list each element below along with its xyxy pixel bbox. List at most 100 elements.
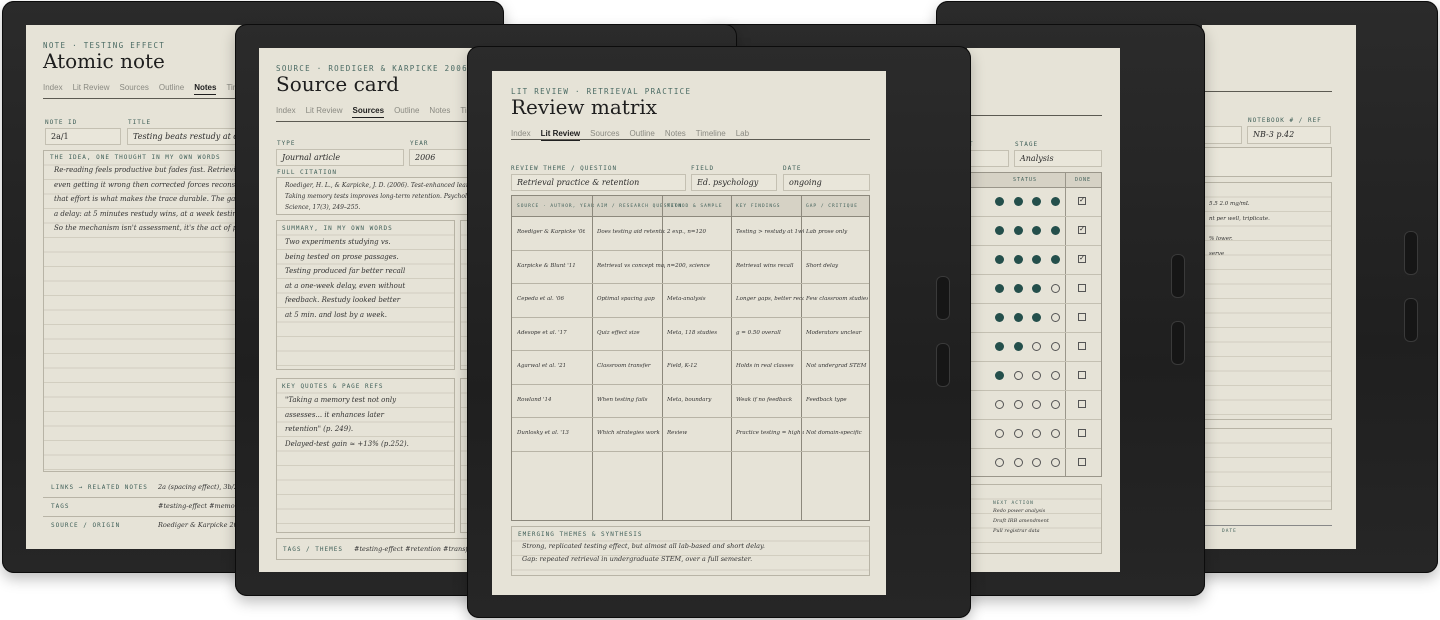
status-dot[interactable] — [1013, 400, 1023, 409]
links-value[interactable]: 2a (spacing effect), 3b/2 ( — [158, 480, 243, 495]
matrix-cell[interactable]: Weak if no feedback — [736, 397, 804, 403]
page-button-up[interactable] — [936, 276, 950, 320]
status-dot[interactable] — [1032, 313, 1041, 322]
note-id-input[interactable]: 2a/1 — [45, 128, 121, 145]
matrix-cell[interactable]: Moderators unclear — [806, 330, 868, 336]
tab-outline[interactable]: Outline — [159, 83, 184, 95]
matrix-cell[interactable]: When testing fails — [597, 397, 665, 403]
status-dot[interactable] — [1013, 313, 1023, 322]
status-dot[interactable] — [995, 284, 1004, 293]
tab-notes[interactable]: Notes — [429, 106, 450, 118]
matrix-cell[interactable]: Cepeda et al. '06 — [517, 296, 585, 302]
matrix-cell[interactable]: n=200, science — [667, 263, 735, 269]
status-dot[interactable] — [1032, 429, 1041, 438]
page-button-down[interactable] — [936, 343, 950, 387]
matrix-cell[interactable]: Classroom transfer — [597, 363, 665, 369]
matrix-cell[interactable]: Not domain-specific — [806, 430, 868, 436]
matrix-cell[interactable]: Rowland '14 — [517, 397, 585, 403]
done-checkbox[interactable] — [1078, 342, 1086, 350]
status-dot[interactable] — [995, 197, 1004, 206]
done-checkbox[interactable] — [1078, 284, 1086, 292]
tab-outline[interactable]: Outline — [394, 106, 419, 118]
status-dot[interactable] — [1032, 371, 1041, 380]
page-button-up[interactable] — [1171, 254, 1185, 298]
matrix-cell[interactable]: Review — [667, 430, 735, 436]
status-dot[interactable] — [1050, 458, 1060, 467]
status-dot[interactable] — [995, 342, 1004, 351]
status-dot[interactable] — [995, 429, 1004, 438]
notebook-lower-box[interactable] — [1202, 428, 1332, 510]
status-dot[interactable] — [1032, 197, 1041, 206]
done-checkbox[interactable] — [1078, 458, 1086, 466]
status-dot[interactable] — [1032, 226, 1041, 235]
matrix-cell[interactable]: Meta, 118 studies — [667, 330, 735, 336]
done-checkbox[interactable]: ✓ — [1078, 197, 1086, 205]
notebook-ref-input[interactable]: NB-3 p.42 — [1247, 126, 1331, 144]
summary-box[interactable]: SUMMARY, IN MY OWN WORDS Two experiments… — [276, 220, 455, 370]
tab-index[interactable]: Index — [43, 83, 63, 95]
matrix-cell[interactable]: Dunlosky et al. '13 — [517, 430, 585, 436]
matrix-cell[interactable]: Meta-analysis — [667, 296, 735, 302]
status-dot[interactable] — [995, 371, 1004, 380]
status-dot[interactable] — [1050, 342, 1060, 351]
done-checkbox[interactable] — [1078, 313, 1086, 321]
status-dot[interactable] — [1050, 255, 1060, 264]
status-dot[interactable] — [1050, 429, 1060, 438]
matrix-cell[interactable]: Meta, boundary — [667, 397, 735, 403]
done-checkbox[interactable]: ✓ — [1078, 255, 1086, 263]
done-checkbox[interactable]: ✓ — [1078, 226, 1086, 234]
matrix-cell[interactable]: Does testing aid retention? — [597, 229, 665, 235]
status-dot[interactable] — [1050, 400, 1060, 409]
status-dot[interactable] — [1013, 342, 1023, 351]
done-checkbox[interactable] — [1078, 429, 1086, 437]
tab-notes[interactable]: Notes — [194, 83, 217, 95]
done-checkbox[interactable] — [1078, 371, 1086, 379]
type-input[interactable]: Journal article — [276, 149, 404, 166]
matrix-cell[interactable]: Testing > restudy at 1wk — [736, 229, 804, 235]
page-button-up[interactable] — [1404, 231, 1418, 275]
status-dot[interactable] — [995, 313, 1004, 322]
status-dot[interactable] — [1032, 284, 1041, 293]
matrix-cell[interactable]: Lab prose only — [806, 229, 868, 235]
status-dot[interactable] — [1050, 313, 1060, 322]
tracker-left-input[interactable] — [967, 150, 1009, 167]
synthesis-box[interactable]: EMERGING THEMES & SYNTHESIS Strong, repl… — [511, 526, 870, 576]
status-dot[interactable] — [995, 400, 1004, 409]
page-button-down[interactable] — [1171, 321, 1185, 365]
matrix-cell[interactable]: Field, K-12 — [667, 363, 735, 369]
status-dot[interactable] — [1032, 400, 1041, 409]
status-dot[interactable] — [995, 458, 1004, 467]
matrix-cell[interactable]: Retrieval wins recall — [736, 263, 804, 269]
tab-sources[interactable]: Sources — [119, 83, 148, 95]
matrix-cell[interactable]: Quiz effect size — [597, 330, 665, 336]
tracker-stage-input[interactable]: Analysis — [1014, 150, 1102, 167]
status-dot[interactable] — [1013, 429, 1023, 438]
status-dot[interactable] — [1013, 226, 1023, 235]
matrix-cell[interactable]: Which strategies work — [597, 430, 665, 436]
field-input[interactable]: Ed. psychology — [691, 174, 777, 191]
status-dot[interactable] — [995, 255, 1004, 264]
page-button-down[interactable] — [1404, 298, 1418, 342]
matrix-cell[interactable]: Longer gaps, better recall — [736, 296, 804, 302]
done-checkbox[interactable] — [1078, 400, 1086, 408]
matrix-cell[interactable]: Feedback type — [806, 397, 868, 403]
status-dot[interactable] — [1013, 197, 1023, 206]
date-input[interactable]: ongoing — [783, 174, 870, 191]
notebook-top-box[interactable] — [1202, 147, 1332, 177]
matrix-cell[interactable]: Holds in real classes — [736, 363, 804, 369]
theme-input[interactable]: Retrieval practice & retention — [511, 174, 686, 191]
quotes-box[interactable]: KEY QUOTES & PAGE REFS "Taking a memory … — [276, 378, 455, 533]
matrix-cell[interactable]: Agarwal et al. '21 — [517, 363, 585, 369]
status-dot[interactable] — [1032, 255, 1041, 264]
status-dot[interactable] — [1013, 458, 1023, 467]
matrix-cell[interactable]: Adesope et al. '17 — [517, 330, 585, 336]
status-dot[interactable] — [1013, 284, 1023, 293]
status-dot[interactable] — [1050, 226, 1060, 235]
status-dot[interactable] — [1032, 458, 1041, 467]
matrix-cell[interactable]: Practice testing = high utility — [736, 430, 804, 436]
status-dot[interactable] — [1013, 371, 1023, 380]
matrix-cell[interactable]: Few classroom studies — [806, 296, 868, 302]
matrix-cell[interactable]: 2 exp., n=120 — [667, 229, 735, 235]
matrix-cell[interactable]: g = 0.50 overall — [736, 330, 804, 336]
status-dot[interactable] — [1013, 255, 1023, 264]
